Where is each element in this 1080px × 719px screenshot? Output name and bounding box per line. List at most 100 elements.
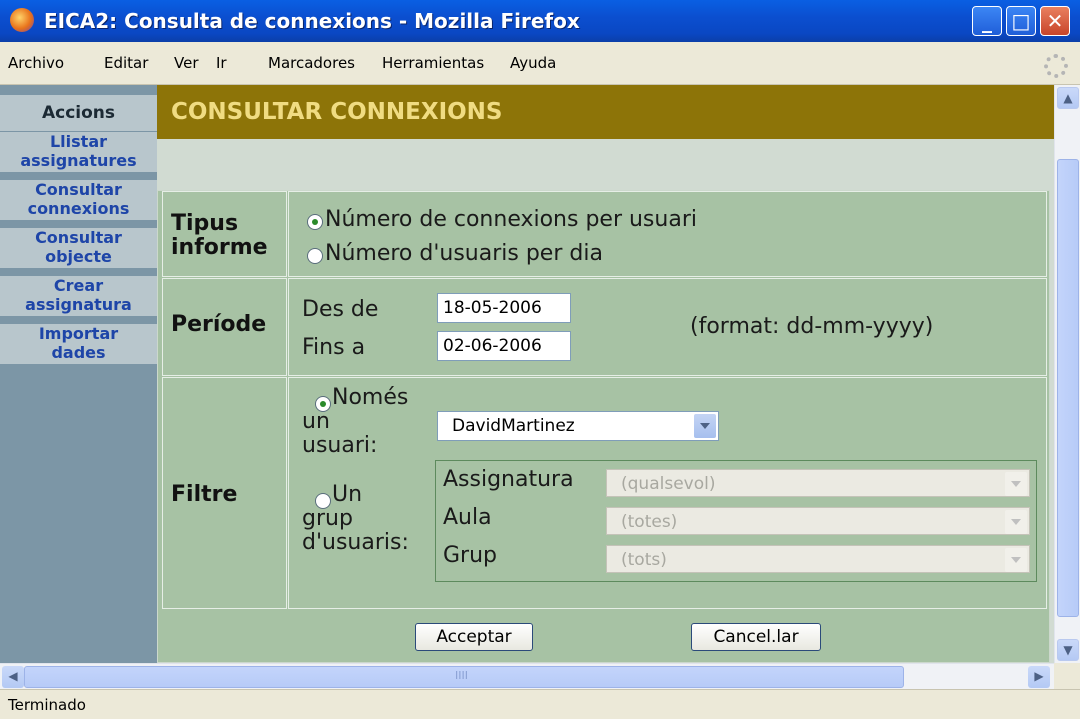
status-text: Terminado	[8, 696, 86, 714]
option-grup-line3: d'usuaris:	[302, 530, 409, 555]
throbber-icon	[1044, 54, 1068, 78]
group-filter-box: Assignatura (qualsevol) Aula (totes) Gru…	[435, 460, 1037, 582]
filtre-label: Filtre	[171, 482, 238, 507]
sidebar-item-importar-dades[interactable]: Importar dades	[0, 324, 157, 364]
option-nomes-un-usuari[interactable]: Només un usuari:	[302, 386, 408, 458]
option-connexions-per-usuari[interactable]: Número de connexions per usuari	[325, 207, 697, 232]
arrow-right-icon: ▶	[1034, 669, 1044, 683]
sidebar-item-llistar-assignatures[interactable]: Llistar assignatures	[0, 132, 157, 172]
fins-a-input[interactable]: 02-06-2006	[437, 331, 571, 361]
aula-select[interactable]: (totes)	[606, 507, 1030, 535]
grup-select[interactable]: (tots)	[606, 545, 1030, 573]
menu-editar[interactable]: Editar	[104, 54, 148, 72]
format-hint: (format: dd-mm-yyyy)	[690, 314, 934, 339]
tipus-label-line2: informe	[171, 235, 268, 260]
aula-select-value: (totes)	[621, 512, 678, 532]
minimize-icon: _	[982, 9, 992, 33]
accept-button[interactable]: Acceptar	[415, 623, 533, 651]
chevron-down-icon	[1005, 472, 1027, 496]
chevron-down-icon	[694, 414, 716, 438]
status-bar: Terminado	[0, 689, 1080, 719]
sidebar-item-consultar-objecte[interactable]: Consultar objecte	[0, 228, 157, 268]
option-grup-usuaris[interactable]: Un grup d'usuaris:	[302, 483, 409, 555]
arrow-down-icon: ▼	[1063, 643, 1073, 657]
periode-label: Període	[171, 312, 267, 337]
sidebar-link-line: Llistar	[49, 132, 108, 151]
filtre-label-cell: Filtre	[162, 377, 287, 609]
chevron-down-icon	[1005, 510, 1027, 534]
option-grup-line2: grup	[302, 506, 353, 531]
horizontal-scroll-thumb[interactable]: IIII	[24, 666, 904, 688]
main-panel: CONSULTAR CONNEXIONS Tipus informe Númer…	[157, 85, 1054, 663]
maximize-icon: □	[1011, 9, 1031, 33]
option-nomes-line1: Només	[332, 385, 409, 410]
report-form: Tipus informe Número de connexions per u…	[157, 190, 1050, 663]
user-select[interactable]: DavidMartinez	[437, 411, 719, 441]
option-nomes-line3: usuari:	[302, 433, 378, 458]
sidebar-link-line: Importar	[38, 324, 119, 343]
page-title: CONSULTAR CONNEXIONS	[157, 85, 1054, 139]
menu-marcadores[interactable]: Marcadores	[268, 54, 355, 72]
scroll-down-button[interactable]: ▼	[1057, 639, 1079, 661]
scroll-grip: IIII	[455, 669, 468, 682]
sidebar-link-line: assignatures	[20, 151, 137, 170]
chevron-down-icon	[1005, 548, 1027, 572]
radio-usuaris-per-dia[interactable]	[307, 248, 323, 264]
window-title: EICA2: Consulta de connexions - Mozilla …	[44, 9, 580, 33]
tipus-label-line1: Tipus	[171, 211, 239, 236]
sidebar-link-line: assignatura	[25, 295, 132, 314]
menu-herramientas[interactable]: Herramientas	[382, 54, 484, 72]
scroll-up-button[interactable]: ▲	[1057, 87, 1079, 109]
sidebar-link-line: connexions	[27, 199, 130, 218]
title-bar[interactable]: EICA2: Consulta de connexions - Mozilla …	[0, 0, 1080, 42]
menu-bar: Archivo Editar Ver Ir Marcadores Herrami…	[0, 42, 1080, 85]
grup-select-value: (tots)	[621, 550, 667, 570]
close-icon: ✕	[1046, 9, 1064, 33]
option-grup-line1: Un	[332, 482, 363, 507]
sidebar-link-line: Crear	[53, 276, 104, 295]
maximize-button[interactable]: □	[1006, 6, 1036, 36]
page-content: Accions Llistar assignatures Consultar c…	[0, 85, 1054, 663]
option-usuaris-per-dia[interactable]: Número d'usuaris per dia	[325, 241, 603, 266]
sidebar-link-line: Consultar	[35, 228, 122, 247]
fins-a-label: Fins a	[302, 335, 366, 360]
grup-label: Grup	[443, 543, 498, 568]
menu-ir[interactable]: Ir	[216, 54, 227, 72]
tipus-label: Tipus informe	[171, 212, 268, 260]
assignatura-select[interactable]: (qualsevol)	[606, 469, 1030, 497]
assignatura-label: Assignatura	[443, 467, 574, 492]
sidebar-link-line: dades	[51, 343, 106, 362]
scroll-left-button[interactable]: ◀	[2, 666, 24, 688]
sidebar-item-crear-assignatura[interactable]: Crear assignatura	[0, 276, 157, 316]
des-de-input[interactable]: 18-05-2006	[437, 293, 571, 323]
close-button[interactable]: ✕	[1040, 6, 1070, 36]
sidebar-item-consultar-connexions[interactable]: Consultar connexions	[0, 180, 157, 220]
tipus-label-cell: Tipus informe	[162, 191, 287, 277]
firefox-icon	[10, 8, 34, 32]
sidebar-heading: Accions	[0, 95, 157, 131]
minimize-button[interactable]: _	[972, 6, 1002, 36]
sidebar-link-line: objecte	[45, 247, 112, 266]
user-select-value: DavidMartinez	[452, 416, 575, 436]
scroll-right-button[interactable]: ▶	[1028, 666, 1050, 688]
option-nomes-line2: un	[302, 409, 330, 434]
vertical-scroll-thumb[interactable]	[1057, 159, 1079, 617]
sidebar-link-line: Consultar	[35, 180, 122, 199]
sidebar: Accions Llistar assignatures Consultar c…	[0, 85, 157, 663]
menu-ayuda[interactable]: Ayuda	[510, 54, 556, 72]
periode-fields-cell: Des de 18-05-2006 Fins a 02-06-2006 (for…	[288, 278, 1047, 376]
radio-connexions-per-usuari[interactable]	[307, 214, 323, 230]
horizontal-scrollbar[interactable]: ◀ IIII ▶	[0, 663, 1054, 689]
filtre-fields-cell: Només un usuari: DavidMartinez Un grup d…	[288, 377, 1047, 609]
aula-label: Aula	[443, 505, 492, 530]
menu-archivo[interactable]: Archivo	[8, 54, 64, 72]
cancel-button[interactable]: Cancel.lar	[691, 623, 821, 651]
assignatura-select-value: (qualsevol)	[621, 474, 716, 494]
menu-ver[interactable]: Ver	[174, 54, 199, 72]
des-de-label: Des de	[302, 297, 379, 322]
arrow-up-icon: ▲	[1063, 91, 1073, 105]
arrow-left-icon: ◀	[8, 669, 18, 683]
periode-label-cell: Període	[162, 278, 287, 376]
vertical-scrollbar[interactable]: ▲ ▼	[1054, 85, 1080, 663]
tipus-options-cell: Número de connexions per usuari Número d…	[288, 191, 1047, 277]
